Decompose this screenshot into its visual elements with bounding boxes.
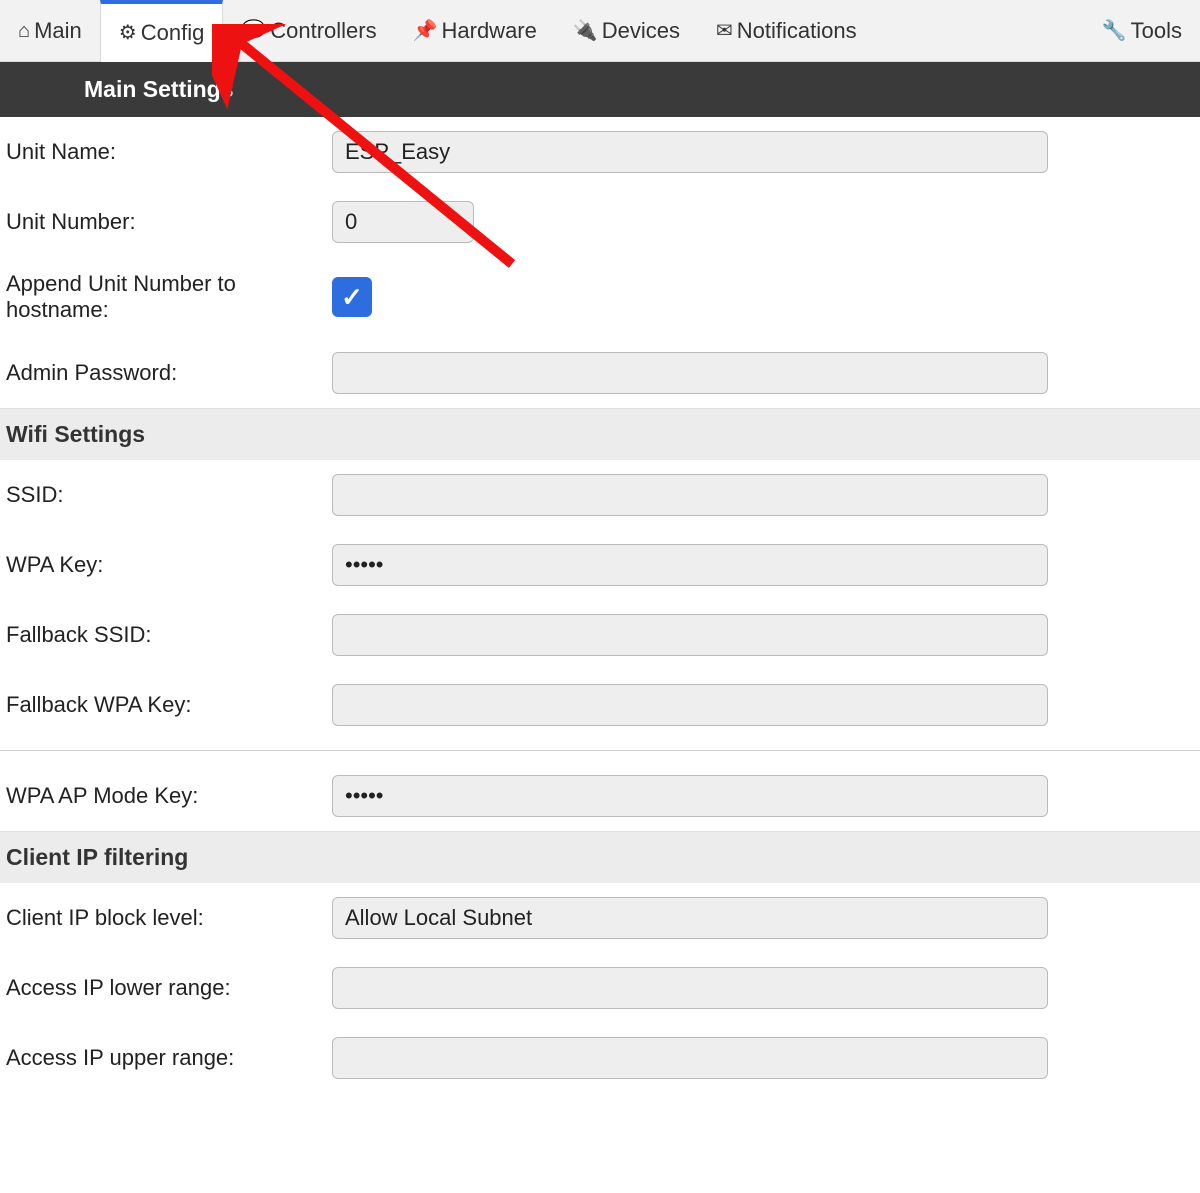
unit-number-input[interactable] xyxy=(332,201,474,243)
tab-config[interactable]: ⚙ Config xyxy=(100,0,224,62)
tab-main[interactable]: ⌂ Main xyxy=(0,0,100,61)
iplower-input[interactable] xyxy=(332,967,1048,1009)
tab-label: Config xyxy=(141,20,205,46)
tab-devices[interactable]: 🔌 Devices xyxy=(555,0,698,61)
tab-label: Devices xyxy=(602,18,680,44)
wpa-input[interactable] xyxy=(332,544,1048,586)
append-unit-label: Append Unit Number to hostname: xyxy=(6,271,332,324)
tab-label: Hardware xyxy=(442,18,537,44)
ipblock-label: Client IP block level: xyxy=(6,905,332,931)
ssid-label: SSID: xyxy=(6,482,332,508)
fbssid-label: Fallback SSID: xyxy=(6,622,332,648)
iplower-label: Access IP lower range: xyxy=(6,975,332,1001)
fbwpa-label: Fallback WPA Key: xyxy=(6,692,332,718)
tab-label: Main xyxy=(34,18,82,44)
unit-name-label: Unit Name: xyxy=(6,139,332,165)
unit-number-label: Unit Number: xyxy=(6,209,332,235)
section-header-main: Main Settings xyxy=(0,62,1200,117)
tab-label: Notifications xyxy=(737,18,857,44)
tab-label: Tools xyxy=(1131,18,1182,44)
tab-notifications[interactable]: ✉ Notifications xyxy=(698,0,875,61)
section-header-wifi: Wifi Settings xyxy=(0,408,1200,460)
speech-icon: 💬 xyxy=(241,21,266,41)
check-icon: ✓ xyxy=(341,282,363,313)
ipupper-label: Access IP upper range: xyxy=(6,1045,332,1071)
apkey-label: WPA AP Mode Key: xyxy=(6,783,332,809)
ipblock-select[interactable]: Allow Local Subnet xyxy=(332,897,1048,939)
wpa-label: WPA Key: xyxy=(6,552,332,578)
home-icon: ⌂ xyxy=(18,21,30,41)
append-unit-checkbox[interactable]: ✓ xyxy=(332,277,372,317)
ssid-input[interactable] xyxy=(332,474,1048,516)
pin-icon: 📌 xyxy=(413,21,438,41)
divider xyxy=(0,750,1200,751)
fbwpa-input[interactable] xyxy=(332,684,1048,726)
tab-controllers[interactable]: 💬 Controllers xyxy=(223,0,394,61)
apkey-input[interactable] xyxy=(332,775,1048,817)
mail-icon: ✉ xyxy=(716,21,733,41)
top-tabs: ⌂ Main ⚙ Config 💬 Controllers 📌 Hardware… xyxy=(0,0,1200,62)
tab-label: Controllers xyxy=(270,18,376,44)
plug-icon: 🔌 xyxy=(573,21,598,41)
wrench-icon: 🔧 xyxy=(1102,21,1127,41)
gear-icon: ⚙ xyxy=(119,23,137,43)
admin-password-label: Admin Password: xyxy=(6,360,332,386)
tab-tools[interactable]: 🔧 Tools xyxy=(1084,0,1200,61)
admin-password-input[interactable] xyxy=(332,352,1048,394)
fbssid-input[interactable] xyxy=(332,614,1048,656)
unit-name-input[interactable] xyxy=(332,131,1048,173)
section-header-ipfilter: Client IP filtering xyxy=(0,831,1200,883)
ipupper-input[interactable] xyxy=(332,1037,1048,1079)
tab-hardware[interactable]: 📌 Hardware xyxy=(395,0,555,61)
